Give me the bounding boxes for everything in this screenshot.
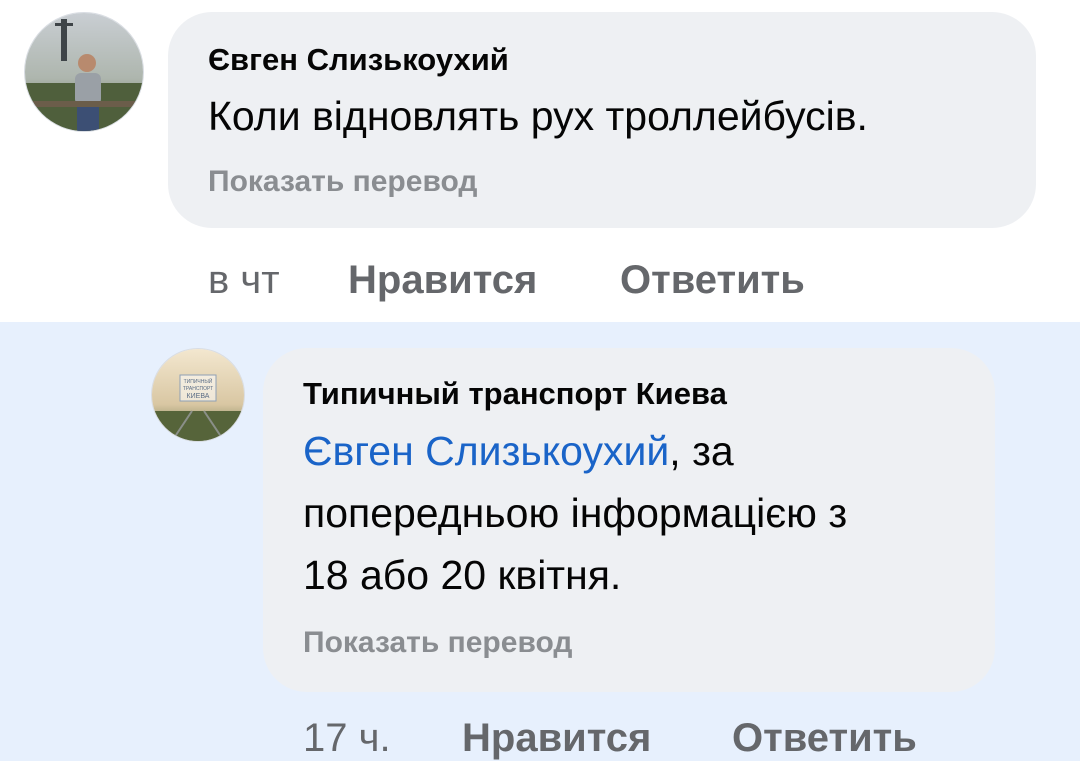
user-photo-icon bbox=[25, 13, 143, 131]
reply-text-line-2: попередньою інформацією з bbox=[303, 490, 848, 536]
comment-timestamp[interactable]: в чт bbox=[208, 258, 280, 303]
reply-text-fragment: , за bbox=[669, 428, 734, 474]
reply-text-line-3: 18 або 20 квітня. bbox=[303, 552, 622, 598]
like-button[interactable]: Нравится bbox=[462, 716, 651, 761]
comment-text: Коли відновлять рух троллейбусів. bbox=[208, 93, 868, 139]
reply-button[interactable]: Ответить bbox=[620, 258, 805, 303]
mention-link[interactable]: Євген Слизькоухий bbox=[303, 428, 669, 474]
page-logo-icon: ТИПИЧНЫЙ ТРАНСПОРТ КИЕВА bbox=[152, 349, 244, 441]
reply-author[interactable]: Типичный транспорт Киева bbox=[303, 376, 727, 412]
comment: Євген Слизькоухий Коли відновлять рух тр… bbox=[0, 0, 1080, 322]
logo-line-1: ТИПИЧНЫЙ bbox=[184, 377, 213, 385]
avatar[interactable] bbox=[24, 12, 144, 132]
like-button[interactable]: Нравится bbox=[348, 258, 537, 303]
reply-text-line-1: Євген Слизькоухий, за bbox=[303, 421, 734, 482]
logo-line-2: ТРАНСПОРТ bbox=[183, 386, 213, 392]
show-translation-link[interactable]: Показать перевод bbox=[208, 165, 477, 199]
show-translation-link[interactable]: Показать перевод bbox=[303, 626, 572, 660]
reply-button[interactable]: Ответить bbox=[732, 716, 917, 761]
comment-thread: Євген Слизькоухий Коли відновлять рух тр… bbox=[0, 0, 1080, 761]
page-avatar[interactable]: ТИПИЧНЫЙ ТРАНСПОРТ КИЕВА bbox=[151, 348, 245, 442]
reply-timestamp[interactable]: 17 ч. bbox=[303, 716, 391, 761]
comment-author[interactable]: Євген Слизькоухий bbox=[208, 42, 509, 78]
reply-section: ТИПИЧНЫЙ ТРАНСПОРТ КИЕВА Типичный трансп… bbox=[0, 322, 1080, 761]
logo-line-3: КИЕВА bbox=[187, 393, 210, 400]
